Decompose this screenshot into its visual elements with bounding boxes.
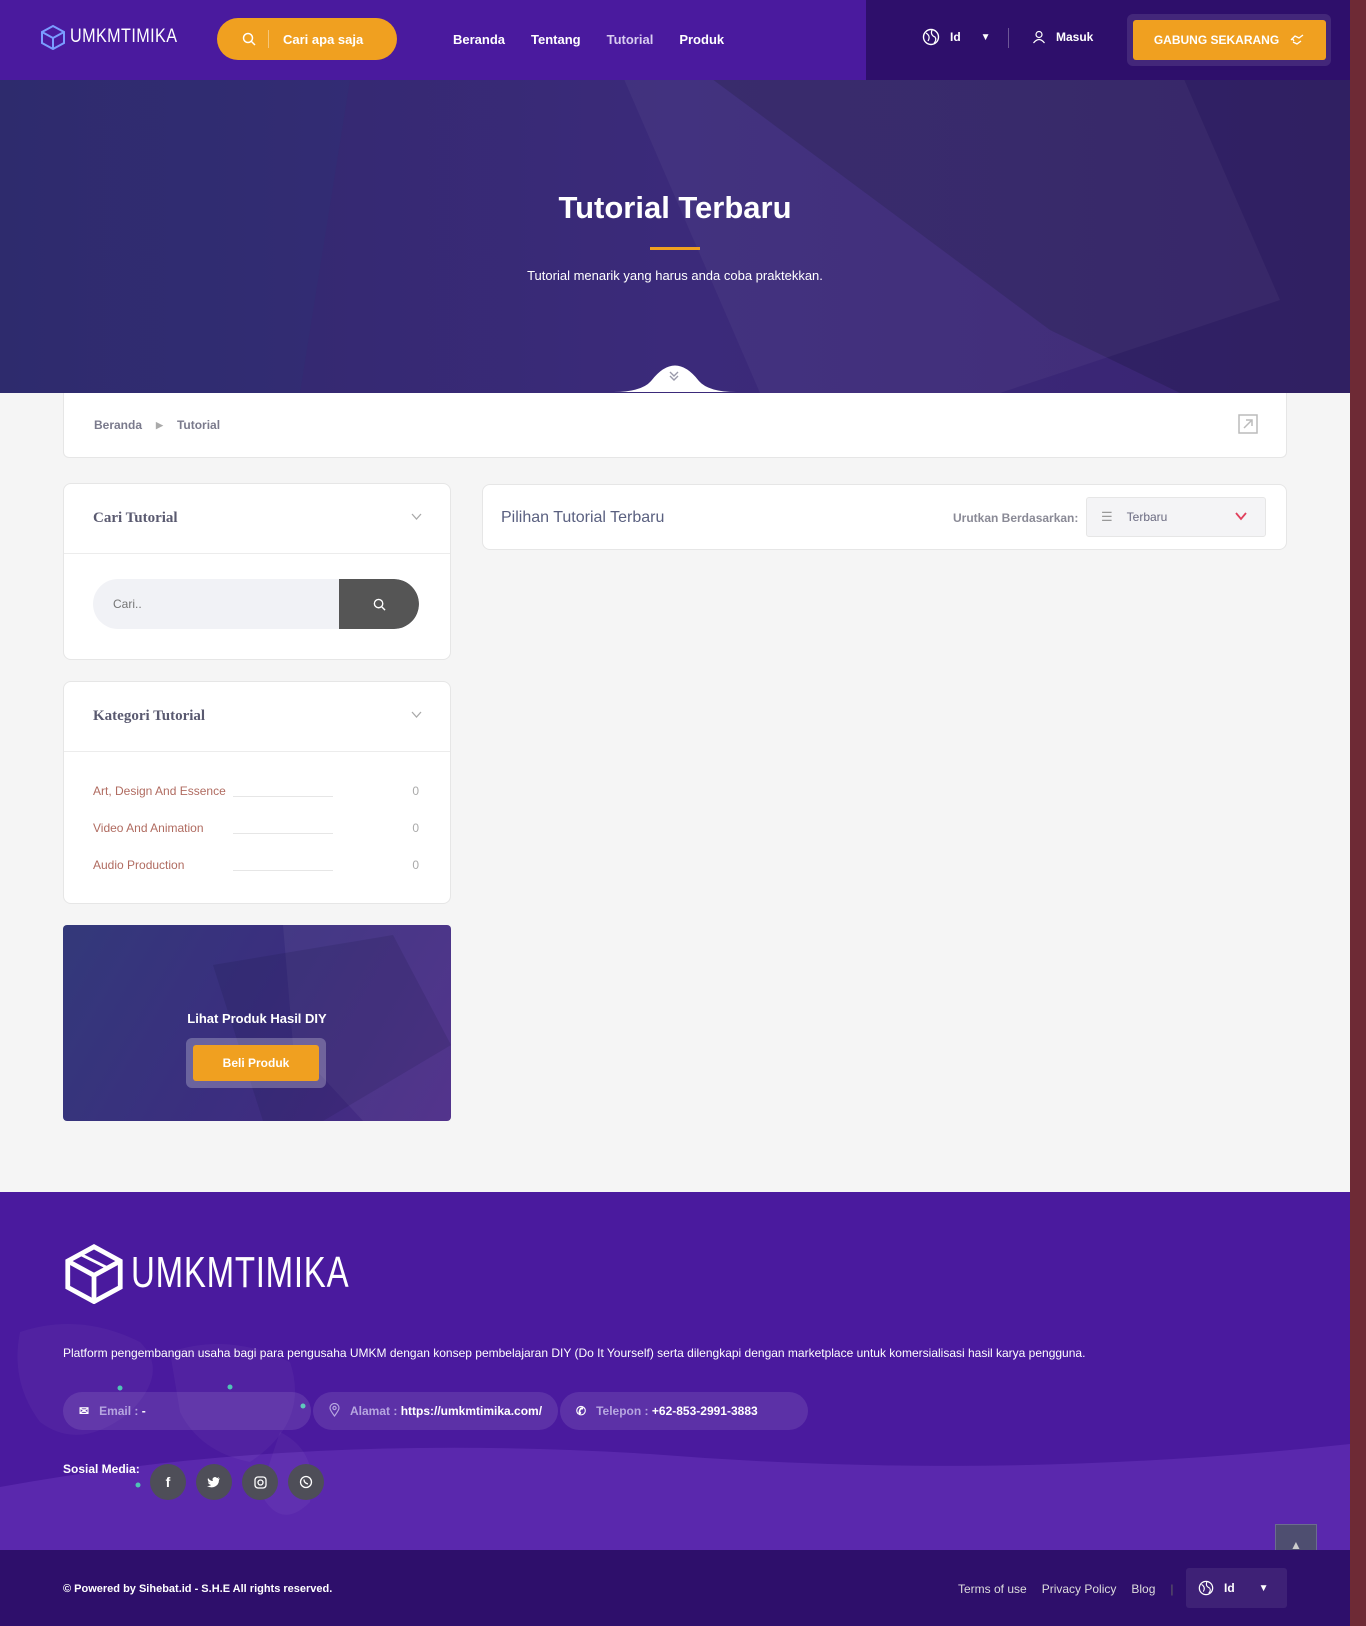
category-item[interactable]: Art, Design And Essence 0: [93, 772, 419, 809]
footer-description: Platform pengembangan usaha bagi para pe…: [63, 1346, 1086, 1360]
language-selector[interactable]: Id ▼: [922, 28, 991, 46]
instagram-icon[interactable]: [242, 1464, 278, 1500]
list-icon: ☰: [1101, 509, 1113, 524]
caret-right-icon: ▶: [156, 419, 163, 430]
breadcrumb-beranda[interactable]: Beranda: [94, 418, 142, 432]
page-title: Tutorial Terbaru: [558, 190, 792, 225]
footer-language-selector[interactable]: Id ▼: [1186, 1568, 1287, 1608]
social-media-label: Sosial Media:: [63, 1462, 140, 1476]
breadcrumb-bar: Beranda ▶ Tutorial: [63, 393, 1287, 458]
sort-value: Terbaru: [1126, 510, 1168, 524]
footer-phone[interactable]: ✆ Telepon : +62-853-2991-3883: [560, 1392, 809, 1430]
sort-label: Urutkan Berdasarkan:: [953, 511, 1079, 525]
site-logo[interactable]: UMKMTIMIKA: [40, 24, 196, 50]
breadcrumb-tutorial: Tutorial: [176, 418, 221, 432]
site-footer: UMKMTIMIKA Platform pengembangan usaha b…: [0, 1192, 1350, 1550]
logo-cube-icon: [65, 1244, 123, 1304]
external-link-icon[interactable]: [1238, 414, 1258, 434]
section-title: Pilihan Tutorial Terbaru: [501, 509, 665, 526]
nav-tentang[interactable]: Tentang: [531, 32, 581, 47]
chevron-down-icon[interactable]: [411, 710, 422, 722]
caret-down-icon: ▼: [1258, 1582, 1269, 1594]
search-tutorial-card: Cari Tutorial: [63, 483, 451, 660]
facebook-icon[interactable]: f: [150, 1464, 186, 1500]
buy-product-button[interactable]: Beli Produk: [193, 1045, 319, 1081]
terms-link[interactable]: Terms of use: [958, 1582, 1027, 1596]
phone-icon: ✆: [576, 1404, 587, 1418]
globe-icon: [1198, 1580, 1214, 1596]
search-label: Cari apa saja: [283, 31, 364, 47]
social-links: f: [150, 1464, 324, 1500]
double-chevron-down-icon[interactable]: [668, 370, 680, 385]
search-icon: [229, 30, 269, 48]
top-header: UMKMTIMIKA Cari apa saja Beranda Tentang…: [0, 0, 1350, 80]
hero-laptop-background: [0, 80, 1350, 393]
promo-title: Lihat Produk Hasil DIY: [187, 1011, 327, 1026]
category-count: 0: [412, 857, 419, 872]
hero-banner: Tutorial Terbaru Tutorial menarik yang h…: [0, 80, 1350, 393]
user-icon: [1033, 30, 1045, 44]
footer-email[interactable]: ✉ Email : -: [63, 1392, 311, 1430]
footer-contact-list: ✉ Email : - Alamat : https://umkmtimika.…: [63, 1392, 809, 1430]
nav-produk[interactable]: Produk: [679, 32, 724, 47]
tutorial-list-header: Pilihan Tutorial Terbaru Urutkan Berdasa…: [482, 484, 1287, 550]
copyright: © Powered by Sihebat.id - S.H.E All righ…: [63, 1583, 333, 1595]
footer-address[interactable]: Alamat : https://umkmtimika.com/: [313, 1392, 559, 1430]
tutorial-search: [93, 579, 419, 629]
whatsapp-icon[interactable]: [288, 1464, 324, 1500]
caret-down-icon: ▼: [980, 31, 991, 43]
category-count: 0: [412, 820, 419, 835]
category-item[interactable]: Video And Animation 0: [93, 809, 419, 846]
chevron-down-icon[interactable]: [411, 512, 422, 524]
chevron-down-icon: [1235, 510, 1247, 524]
envelope-icon: ✉: [79, 1404, 90, 1418]
global-search-button[interactable]: Cari apa saja: [217, 18, 397, 60]
scrollbar[interactable]: [1350, 0, 1366, 1626]
category-card: Kategori Tutorial Art, Design And Essenc…: [63, 681, 451, 904]
tutorial-search-button[interactable]: [339, 579, 419, 629]
main-nav: Beranda Tentang Tutorial Produk: [453, 32, 724, 47]
privacy-link[interactable]: Privacy Policy: [1042, 1582, 1117, 1596]
nav-tutorial[interactable]: Tutorial: [607, 32, 654, 47]
map-pin-icon: [329, 1402, 340, 1420]
search-card-title: Cari Tutorial: [93, 510, 178, 526]
page-subtitle: Tutorial menarik yang harus anda coba pr…: [527, 268, 823, 283]
footer-links: Terms of use Privacy Policy Blog |: [958, 1582, 1174, 1596]
category-card-title: Kategori Tutorial: [93, 708, 206, 724]
tutorial-search-input[interactable]: [93, 579, 339, 629]
category-item[interactable]: Audio Production 0: [93, 846, 419, 883]
footer-bottom-bar: © Powered by Sihebat.id - S.H.E All righ…: [0, 1550, 1350, 1626]
twitter-icon[interactable]: [196, 1464, 232, 1500]
handshake-icon: [1289, 32, 1305, 49]
category-count: 0: [412, 783, 419, 798]
breadcrumb: Beranda ▶ Tutorial: [94, 418, 220, 432]
globe-icon: [922, 28, 940, 46]
language-value: Id: [950, 30, 961, 44]
blog-link[interactable]: Blog: [1131, 1582, 1155, 1596]
nav-beranda[interactable]: Beranda: [453, 32, 505, 47]
logo-text: UMKMTIMIKA: [70, 26, 178, 47]
footer-logo[interactable]: UMKMTIMIKA: [63, 1242, 422, 1304]
login-link[interactable]: Masuk: [1032, 30, 1093, 44]
promo-banner: Lihat Produk Hasil DIY Beli Produk: [63, 925, 451, 1121]
footer-logo-text: UMKMTIMIKA: [131, 1248, 350, 1297]
sort-select[interactable]: ☰ Terbaru: [1086, 497, 1266, 537]
join-now-button[interactable]: GABUNG SEKARANG: [1133, 20, 1326, 60]
search-icon: [373, 598, 386, 611]
category-list: Art, Design And Essence 0 Video And Anim…: [93, 772, 419, 883]
logo-cube-icon: [41, 24, 65, 50]
